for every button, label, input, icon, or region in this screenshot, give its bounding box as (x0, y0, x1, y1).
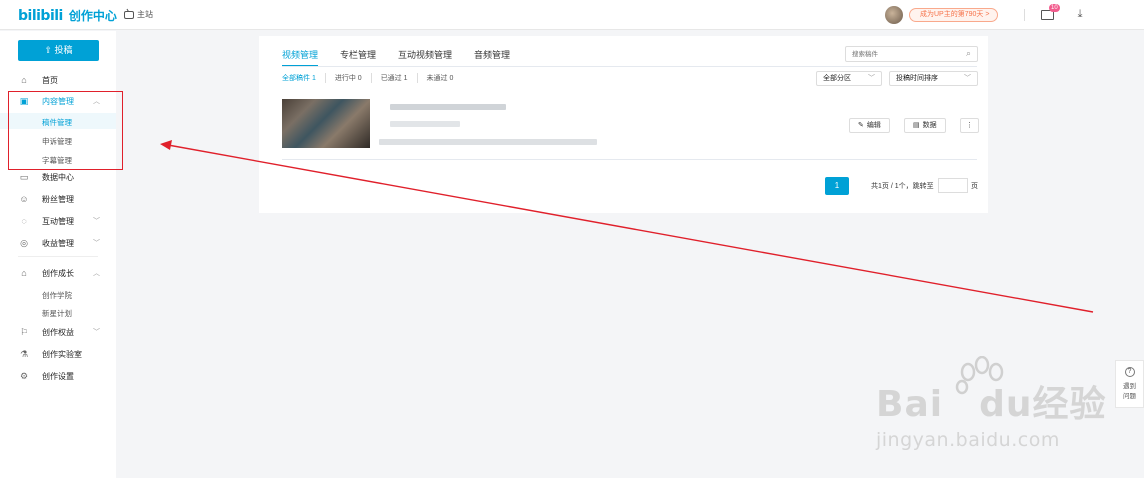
search-input[interactable] (846, 47, 956, 61)
watermark-bai: Bai (876, 384, 944, 425)
help-label-2: 问题 (1123, 393, 1136, 400)
video-meta-blurred (390, 121, 460, 127)
sidebar-subitem-academy[interactable]: 创作学院 (0, 286, 116, 302)
data-button[interactable]: ▤ 数据 (904, 118, 946, 133)
chart-icon: ▤ (913, 122, 920, 129)
gear-icon: ⚙ (19, 371, 29, 381)
filter-in-progress[interactable]: 进行中 0 (324, 73, 371, 83)
sidebar-item-growth[interactable]: ⌂ 创作成长 ︿ (0, 264, 116, 282)
sidebar-subitem-newstar[interactable]: 新星计划 (0, 304, 116, 320)
interact-icon: ◌ (21, 216, 27, 226)
chevron-down-icon: ﹀ (868, 75, 875, 82)
sidebar-divider (18, 256, 98, 257)
main-site-label: 主站 (137, 10, 153, 19)
page-jump-input[interactable] (938, 178, 968, 193)
sidebar-item-label: 创作成长 (42, 268, 74, 278)
sidebar-subitem-label: 创作学院 (42, 291, 72, 300)
logo[interactable]: bilibili 创作中心 (18, 7, 117, 24)
upload-label: 投稿 (54, 45, 73, 55)
avatar[interactable] (885, 6, 903, 24)
data-icon: ▭ (19, 172, 29, 182)
upload-button[interactable]: ⇪ 投稿 (18, 40, 99, 61)
status-filters: 全部稿件 1 进行中 0 已通过 1 未通过 0 (282, 73, 462, 83)
lab-icon: ⚗ (19, 349, 29, 359)
category-select[interactable]: 全部分区 ﹀ (816, 71, 882, 86)
tab-audio[interactable]: 音频管理 (474, 48, 510, 66)
help-widget[interactable]: ? 遇到 问题 (1115, 360, 1144, 408)
tab-article[interactable]: 专栏管理 (340, 48, 376, 66)
content-card: 视频管理 专栏管理 互动视频管理 音频管理 ⌕ 全部稿件 1 进行中 0 已通过… (259, 36, 988, 213)
sidebar-item-label: 数据中心 (42, 172, 74, 182)
sidebar-item-fans[interactable]: ☺ 粉丝管理 (0, 190, 116, 208)
row-divider (282, 159, 977, 160)
chevron-down-icon: ﹀ (93, 240, 100, 247)
data-label: 数据 (922, 122, 937, 129)
download-icon[interactable]: ⤓ (1074, 8, 1086, 20)
fans-icon: ☺ (19, 194, 29, 204)
video-stats-blurred (379, 139, 597, 145)
tab-interactive-video[interactable]: 互动视频管理 (398, 48, 452, 66)
watermark: Bai du经验 jingyan.baidu.com (876, 375, 1107, 451)
more-button[interactable]: ⋮ (960, 118, 979, 133)
tv-icon (124, 10, 134, 19)
main-site-link[interactable]: 主站 (124, 9, 153, 20)
video-thumbnail[interactable] (282, 99, 370, 148)
income-icon: ◎ (20, 238, 28, 248)
video-title-blurred[interactable] (390, 104, 506, 110)
chevron-down-icon: ﹀ (93, 329, 100, 336)
search-box[interactable]: ⌕ (845, 46, 978, 62)
tab-underline (282, 66, 977, 67)
content-tabs: 视频管理 专栏管理 互动视频管理 音频管理 (282, 48, 510, 67)
sidebar-item-label: 创作实验室 (42, 349, 82, 359)
watermark-du: du (979, 384, 1033, 425)
logo-title: 创作中心 (68, 9, 117, 23)
sidebar-item-home[interactable]: ⌂ 首页 (0, 71, 116, 89)
sidebar-item-settings[interactable]: ⚙ 创作设置 (0, 367, 116, 385)
help-label-1: 遇到 (1123, 383, 1136, 390)
tab-video[interactable]: 视频管理 (282, 48, 319, 67)
more-icon: ⋮ (966, 122, 973, 129)
edit-label: 编辑 (866, 122, 881, 129)
filter-rejected[interactable]: 未通过 0 (416, 73, 463, 83)
page-1-button[interactable]: 1 (825, 177, 849, 195)
filter-passed[interactable]: 已通过 1 (370, 73, 417, 83)
header-divider (1024, 9, 1025, 21)
home-icon: ⌂ (21, 75, 27, 85)
sidebar-item-data[interactable]: ▭ 数据中心 (0, 168, 116, 186)
watermark-cn: 经验 (1032, 384, 1107, 425)
watermark-url: jingyan.baidu.com (876, 429, 1060, 451)
sidebar-item-label: 创作设置 (42, 371, 74, 381)
sidebar-item-rights[interactable]: ⚐ 创作权益 ﹀ (0, 323, 116, 341)
sidebar-item-lab[interactable]: ⚗ 创作实验室 (0, 345, 116, 363)
pencil-icon: ✎ (858, 122, 864, 129)
sidebar-item-label: 粉丝管理 (42, 194, 74, 204)
sidebar-subitem-label: 新星计划 (42, 309, 72, 318)
edit-button[interactable]: ✎ 编辑 (849, 118, 890, 133)
filter-all[interactable]: 全部稿件 1 (282, 73, 325, 83)
flag-icon: ⚐ (19, 327, 29, 337)
sidebar-item-label: 首页 (42, 75, 58, 85)
top-header: bilibili 创作中心 主站 成为UP主的第790天 > 10 ⤓ (0, 0, 1144, 30)
annotation-highlight-box (8, 91, 123, 170)
bilibili-logo: bilibili (18, 7, 63, 24)
chevron-up-icon: ︿ (93, 270, 100, 277)
sidebar-item-label: 互动管理 (42, 216, 74, 226)
sort-select[interactable]: 投稿时间排序 ﹀ (889, 71, 978, 86)
chevron-down-icon: ﹀ (93, 218, 100, 225)
sidebar-item-label: 创作权益 (42, 327, 74, 337)
sidebar-item-label: 收益管理 (42, 238, 74, 248)
sidebar-item-interact[interactable]: ◌ 互动管理 ﹀ (0, 212, 116, 230)
mail-count-badge: 10 (1049, 4, 1060, 12)
question-icon: ? (1124, 367, 1135, 377)
graduation-cap-icon: ⌂ (21, 268, 27, 278)
sort-select-value: 投稿时间排序 (896, 75, 938, 82)
search-icon[interactable]: ⌕ (966, 48, 971, 59)
page-info: 共1页 / 1个，跳转至 (871, 183, 934, 190)
sidebar-item-income[interactable]: ◎ 收益管理 ﹀ (0, 234, 116, 252)
chevron-down-icon: ﹀ (964, 75, 971, 82)
up-days-badge[interactable]: 成为UP主的第790天 > (909, 8, 999, 22)
category-select-value: 全部分区 (823, 75, 851, 82)
page-suffix: 页 (971, 183, 978, 190)
